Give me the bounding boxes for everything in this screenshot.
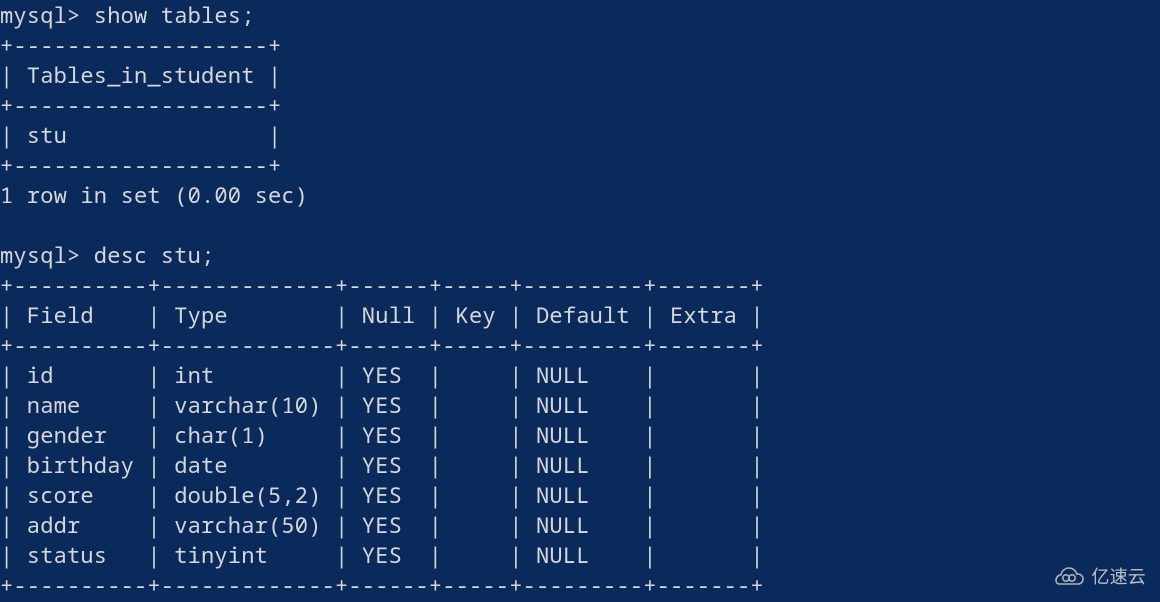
watermark: 亿速云 bbox=[1047, 560, 1150, 594]
mysql-terminal-output: mysql> show tables; +-------------------… bbox=[0, 0, 1160, 600]
watermark-text: 亿速云 bbox=[1091, 562, 1146, 592]
cloud-icon bbox=[1051, 566, 1085, 588]
